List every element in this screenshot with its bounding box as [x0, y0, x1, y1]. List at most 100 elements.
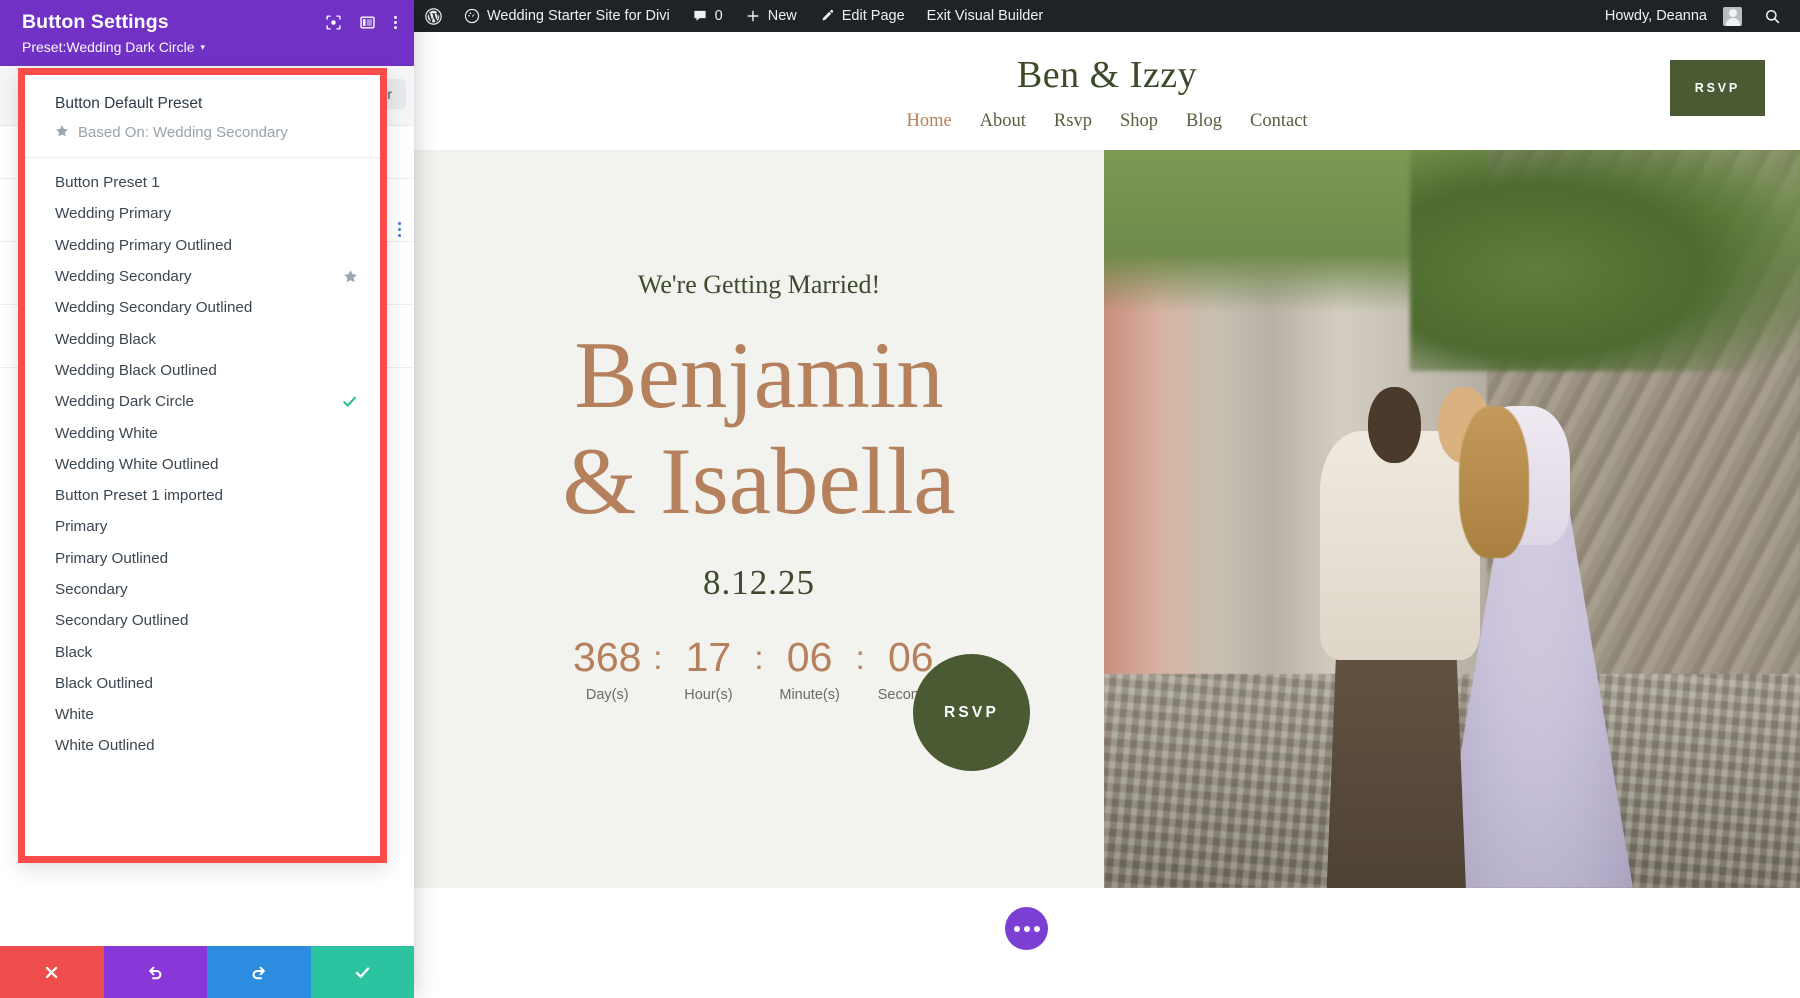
- target-icon[interactable]: [325, 14, 342, 31]
- site-name-menu[interactable]: Wedding Starter Site for Divi: [453, 0, 681, 32]
- preset-item-selected[interactable]: Wedding Dark Circle: [25, 386, 380, 417]
- hero-names: Benjamin & Isabella: [562, 322, 955, 535]
- nav-item-rsvp[interactable]: Rsvp: [1054, 111, 1092, 132]
- hero-rsvp-circle-button[interactable]: RSVP: [913, 654, 1030, 771]
- edit-page-link[interactable]: Edit Page: [808, 0, 916, 32]
- panel-preset-selector[interactable]: Preset: Wedding Dark Circle ▾: [22, 39, 398, 55]
- search-button[interactable]: [1753, 0, 1792, 32]
- save-button[interactable]: [311, 946, 415, 998]
- kebab-menu-icon[interactable]: [393, 14, 398, 31]
- edit-page-label: Edit Page: [842, 8, 905, 24]
- countdown-timer: 368 Day(s) : 17 Hour(s) : 06 Minute(s) :: [564, 637, 954, 703]
- preset-item[interactable]: White Outlined: [25, 730, 380, 761]
- plus-icon: [745, 8, 761, 24]
- preset-prefix-label: Preset:: [22, 39, 66, 55]
- preset-item[interactable]: Wedding Primary Outlined: [25, 230, 380, 261]
- nav-item-shop[interactable]: Shop: [1120, 111, 1158, 132]
- site-title-label: Wedding Starter Site for Divi: [487, 8, 670, 24]
- preset-item[interactable]: Secondary Outlined: [25, 605, 380, 636]
- countdown-separator: :: [650, 637, 665, 678]
- wordpress-logo-icon: [425, 8, 442, 25]
- undo-button[interactable]: [104, 946, 208, 998]
- comment-bubble-icon: [692, 8, 708, 24]
- hero-name-line-1: Benjamin: [562, 322, 955, 428]
- preset-item[interactable]: Wedding Primary: [25, 198, 380, 229]
- new-content-menu[interactable]: New: [734, 0, 808, 32]
- panel-footer-actions: [0, 946, 414, 998]
- preset-item-label: Wedding Secondary: [55, 268, 192, 285]
- countdown-unit-hours: 17 Hour(s): [665, 637, 751, 703]
- nav-item-about[interactable]: About: [980, 111, 1026, 132]
- preset-item-label: White Outlined: [55, 737, 155, 754]
- photo-head-groom: [1368, 387, 1420, 463]
- preset-item-label: Wedding Primary: [55, 205, 171, 222]
- default-preset-based-on: Based On: Wedding Secondary: [55, 124, 380, 141]
- layout-columns-icon[interactable]: [359, 14, 376, 31]
- preset-item[interactable]: Black: [25, 636, 380, 667]
- countdown-value: 368: [573, 637, 641, 678]
- preset-item[interactable]: Button Preset 1: [25, 167, 380, 198]
- check-icon: [353, 963, 372, 982]
- preset-default-section[interactable]: Button Default Preset Based On: Wedding …: [25, 75, 380, 158]
- site-footer-strip: [414, 888, 1800, 998]
- undo-icon: [146, 963, 165, 982]
- primary-navigation: Home About Rsvp Shop Blog Contact: [906, 111, 1307, 132]
- preset-items-list: Button Preset 1 Wedding Primary Wedding …: [25, 158, 380, 762]
- preset-dropdown-list: Button Default Preset Based On: Wedding …: [25, 75, 380, 856]
- preset-item[interactable]: Secondary: [25, 574, 380, 605]
- header-rsvp-button[interactable]: RSVP: [1670, 60, 1765, 116]
- preset-item[interactable]: White: [25, 699, 380, 730]
- cancel-button[interactable]: [0, 946, 104, 998]
- redo-button[interactable]: [207, 946, 311, 998]
- dashboard-icon: [464, 8, 480, 24]
- panel-header: Button Settings: [0, 0, 414, 66]
- preset-item[interactable]: Button Preset 1 imported: [25, 480, 380, 511]
- panel-row-kebab-icon[interactable]: [398, 222, 401, 237]
- nav-item-blog[interactable]: Blog: [1186, 111, 1222, 132]
- pencil-icon: [819, 8, 835, 24]
- new-label: New: [768, 8, 797, 24]
- hero-section: We're Getting Married! Benjamin & Isabel…: [414, 150, 1800, 888]
- preset-dropdown-highlight-box: Button Default Preset Based On: Wedding …: [18, 68, 387, 863]
- howdy-label: Howdy, Deanna: [1605, 8, 1707, 24]
- preset-item-label: Wedding White: [55, 425, 158, 442]
- hero-date: 8.12.25: [703, 563, 815, 603]
- builder-floating-menu-button[interactable]: [1005, 907, 1048, 950]
- preset-item-label: Wedding Primary Outlined: [55, 237, 232, 254]
- preset-item-label: Button Preset 1: [55, 174, 160, 191]
- search-icon: [1764, 8, 1781, 25]
- site-preview-canvas: Ben & Izzy Home About Rsvp Shop Blog Con…: [414, 32, 1800, 998]
- preset-item[interactable]: Wedding Black Outlined: [25, 355, 380, 386]
- check-icon: [341, 393, 358, 410]
- nav-item-home[interactable]: Home: [906, 111, 951, 132]
- default-preset-star-icon: [343, 269, 358, 284]
- comments-menu[interactable]: 0: [681, 0, 734, 32]
- preset-item[interactable]: Primary: [25, 511, 380, 542]
- exit-visual-builder-link[interactable]: Exit Visual Builder: [916, 0, 1055, 32]
- preset-item[interactable]: Wedding White: [25, 417, 380, 448]
- preset-item[interactable]: Wedding Black: [25, 323, 380, 354]
- countdown-separator: :: [751, 637, 766, 678]
- user-account-menu[interactable]: Howdy, Deanna: [1594, 0, 1753, 32]
- close-icon: [43, 964, 60, 981]
- preset-item[interactable]: Wedding White Outlined: [25, 449, 380, 480]
- preset-item-label: Black Outlined: [55, 675, 153, 692]
- photo-couple: [1285, 253, 1633, 888]
- preset-item-label: White: [55, 706, 94, 723]
- preset-item-label: Primary: [55, 518, 107, 535]
- preset-item[interactable]: Primary Outlined: [25, 543, 380, 574]
- photo-hair: [1459, 406, 1529, 558]
- comments-count: 0: [715, 8, 723, 24]
- preset-item-label: Wedding Secondary Outlined: [55, 299, 252, 316]
- countdown-unit-days: 368 Day(s): [564, 637, 650, 703]
- preset-item-label: Wedding White Outlined: [55, 456, 219, 473]
- wordpress-logo-button[interactable]: [414, 0, 453, 32]
- countdown-label: Hour(s): [684, 687, 732, 703]
- site-logo: Ben & Izzy: [1017, 56, 1197, 94]
- based-on-label: Based On: Wedding Secondary: [78, 124, 288, 141]
- preset-item[interactable]: Wedding Secondary Outlined: [25, 292, 380, 323]
- preset-item[interactable]: Black Outlined: [25, 668, 380, 699]
- preset-item[interactable]: Wedding Secondary: [25, 261, 380, 292]
- nav-item-contact[interactable]: Contact: [1250, 111, 1308, 132]
- preset-item-label: Secondary: [55, 581, 128, 598]
